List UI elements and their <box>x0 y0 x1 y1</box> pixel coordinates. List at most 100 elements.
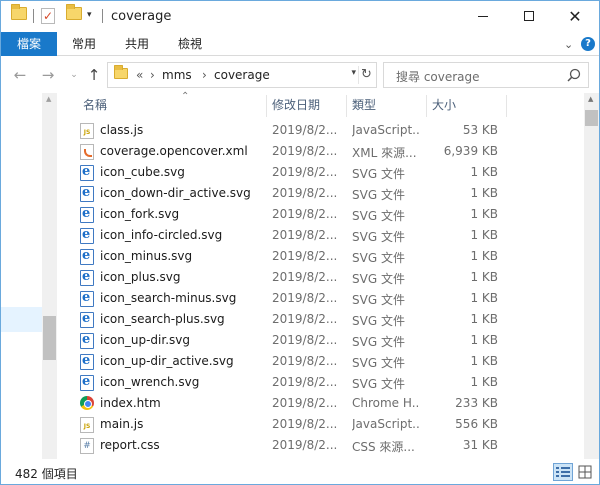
properties-icon[interactable]: ✓ <box>41 8 55 24</box>
css-file-icon: # <box>80 438 94 454</box>
minimize-button[interactable] <box>460 1 506 31</box>
column-header-date[interactable]: 修改日期 <box>266 93 346 117</box>
file-date: 2019/8/2... <box>272 438 338 452</box>
xml-file-icon <box>80 144 94 160</box>
tab-home[interactable]: 常用 <box>60 32 108 56</box>
new-folder-icon[interactable] <box>66 4 82 20</box>
file-size: 1 KB <box>470 165 498 179</box>
maximize-button[interactable] <box>506 1 552 31</box>
file-row[interactable]: coverage.opencover.xml 2019/8/2... XML 來源.… <box>77 141 583 162</box>
breadcrumb-item[interactable]: coverage <box>214 68 270 82</box>
file-name: icon_search-plus.svg <box>100 312 225 326</box>
file-name: icon_fork.svg <box>100 207 180 221</box>
file-row[interactable]: JS class.js 2019/8/2... JavaScript... 53 KB <box>77 120 583 141</box>
navigation-pane: ▲ <box>1 93 57 459</box>
file-size: 1 KB <box>470 249 498 263</box>
large-icons-view-button[interactable] <box>575 463 595 481</box>
svg-file-icon <box>80 164 94 181</box>
expand-ribbon-icon[interactable]: ⌄ <box>564 38 573 51</box>
scroll-up-icon[interactable]: ▲ <box>46 95 51 103</box>
file-row[interactable]: icon_cube.svg 2019/8/2... SVG 文件 1 KB <box>77 162 583 183</box>
search-icon[interactable] <box>566 67 582 83</box>
column-divider[interactable] <box>506 95 507 117</box>
file-date: 2019/8/2... <box>272 186 338 200</box>
search-input[interactable]: 搜尋 coverage <box>396 68 480 85</box>
scrollbar-thumb[interactable] <box>43 316 56 360</box>
file-size: 233 KB <box>455 396 498 410</box>
forward-button[interactable]: → <box>39 66 57 84</box>
close-button[interactable]: ✕ <box>552 1 598 31</box>
column-header-type[interactable]: 類型 <box>346 93 426 117</box>
svg-file-icon <box>80 248 94 265</box>
file-row[interactable]: icon_up-dir_active.svg 2019/8/2... SVG 文件 1… <box>77 351 583 372</box>
file-size: 1 KB <box>470 291 498 305</box>
file-size: 1 KB <box>470 207 498 221</box>
chevron-down-icon[interactable]: ▾ <box>351 68 356 78</box>
refresh-icon[interactable]: ↻ <box>358 66 374 84</box>
file-row[interactable]: icon_down-dir_active.svg 2019/8/2... SVG 文… <box>77 183 583 204</box>
file-row[interactable]: icon_search-plus.svg 2019/8/2... SVG 文件 1 K… <box>77 309 583 330</box>
back-button[interactable]: ← <box>11 66 29 84</box>
file-name: coverage.opencover.xml <box>100 144 248 158</box>
tab-share[interactable]: 共用 <box>113 32 161 56</box>
navigation-pane-scrollbar[interactable]: ▲ <box>42 93 57 459</box>
file-date: 2019/8/2... <box>272 291 338 305</box>
column-header-size[interactable]: 大小 <box>426 93 506 117</box>
large-icons-view-icon <box>578 465 592 479</box>
file-row[interactable]: icon_minus.svg 2019/8/2... SVG 文件 1 KB <box>77 246 583 267</box>
folder-icon <box>11 4 27 20</box>
file-name: icon_info-circled.svg <box>100 228 223 242</box>
details-view-button[interactable] <box>553 463 573 481</box>
file-row[interactable]: icon_info-circled.svg 2019/8/2... SVG 文件 1 … <box>77 225 583 246</box>
file-size: 1 KB <box>470 333 498 347</box>
file-name: icon_minus.svg <box>100 249 193 263</box>
svg-file-icon <box>80 311 94 328</box>
file-row[interactable]: index.htm 2019/8/2... Chrome H... 233 KB <box>77 393 583 414</box>
recent-locations-button[interactable]: ⌄ <box>65 66 83 84</box>
file-type: SVG 文件 <box>352 167 405 181</box>
file-name: class.js <box>100 123 144 137</box>
breadcrumb-item[interactable]: mms <box>162 68 192 82</box>
search-box[interactable]: 搜尋 coverage <box>383 62 589 88</box>
svg-file-icon <box>80 374 94 391</box>
svg-file-icon <box>80 227 94 244</box>
file-row[interactable]: icon_search-minus.svg 2019/8/2... SVG 文件 1 … <box>77 288 583 309</box>
file-row[interactable]: icon_up-dir.svg 2019/8/2... SVG 文件 1 KB <box>77 330 583 351</box>
column-header-name[interactable]: 名稱 ⌃ <box>77 91 271 117</box>
scrollbar-thumb[interactable] <box>585 110 598 126</box>
file-size: 1 KB <box>470 228 498 242</box>
file-list: 名稱 ⌃ 修改日期 類型 大小 JS class.js 2019/8/2... Jav… <box>57 91 585 459</box>
breadcrumb-overflow[interactable]: « <box>136 68 143 82</box>
file-date: 2019/8/2... <box>272 417 338 431</box>
file-date: 2019/8/2... <box>272 207 338 221</box>
item-count: 482 個項目 <box>15 467 78 481</box>
tab-file[interactable]: 檔案 <box>1 32 57 56</box>
file-name: index.htm <box>100 396 161 410</box>
customize-toolbar-icon[interactable]: ▾ <box>87 10 92 20</box>
scroll-up-icon[interactable]: ▲ <box>588 95 593 103</box>
file-row[interactable]: icon_wrench.svg 2019/8/2... SVG 文件 1 KB <box>77 372 583 393</box>
ribbon-tabs: 檔案 常用 共用 檢視 ⌄ ? <box>1 32 599 56</box>
file-row[interactable]: icon_plus.svg 2019/8/2... SVG 文件 1 KB <box>77 267 583 288</box>
file-date: 2019/8/2... <box>272 354 338 368</box>
tab-view[interactable]: 檢視 <box>166 32 214 56</box>
file-date: 2019/8/2... <box>272 270 338 284</box>
explorer-window: ✓ ▾ coverage ✕ 檔案 常用 共用 檢視 ⌄ ? ← → ⌄ ↑ «… <box>0 0 600 485</box>
details-view-icon <box>556 467 570 477</box>
file-list-scrollbar[interactable]: ▲ <box>584 93 599 459</box>
svg-file-icon <box>80 269 94 286</box>
help-icon[interactable]: ? <box>581 37 595 51</box>
file-type: XML 來源... <box>352 146 417 160</box>
file-date: 2019/8/2... <box>272 333 338 347</box>
file-date: 2019/8/2... <box>272 144 338 158</box>
file-size: 556 KB <box>455 417 498 431</box>
file-type: SVG 文件 <box>352 230 405 244</box>
navigation-pane-selected-item[interactable] <box>1 307 42 332</box>
address-bar[interactable]: « › mms › coverage ▾ ↻ <box>107 62 377 88</box>
file-row[interactable]: # report.css 2019/8/2... CSS 來源... 31 KB <box>77 435 583 456</box>
file-row[interactable]: JS main.js 2019/8/2... JavaScript... 556 KB <box>77 414 583 435</box>
file-date: 2019/8/2... <box>272 228 338 242</box>
address-toolbar: ← → ⌄ ↑ « › mms › coverage ▾ ↻ 搜尋 covera… <box>1 57 599 93</box>
up-button[interactable]: ↑ <box>85 66 103 84</box>
file-row[interactable]: icon_fork.svg 2019/8/2... SVG 文件 1 KB <box>77 204 583 225</box>
